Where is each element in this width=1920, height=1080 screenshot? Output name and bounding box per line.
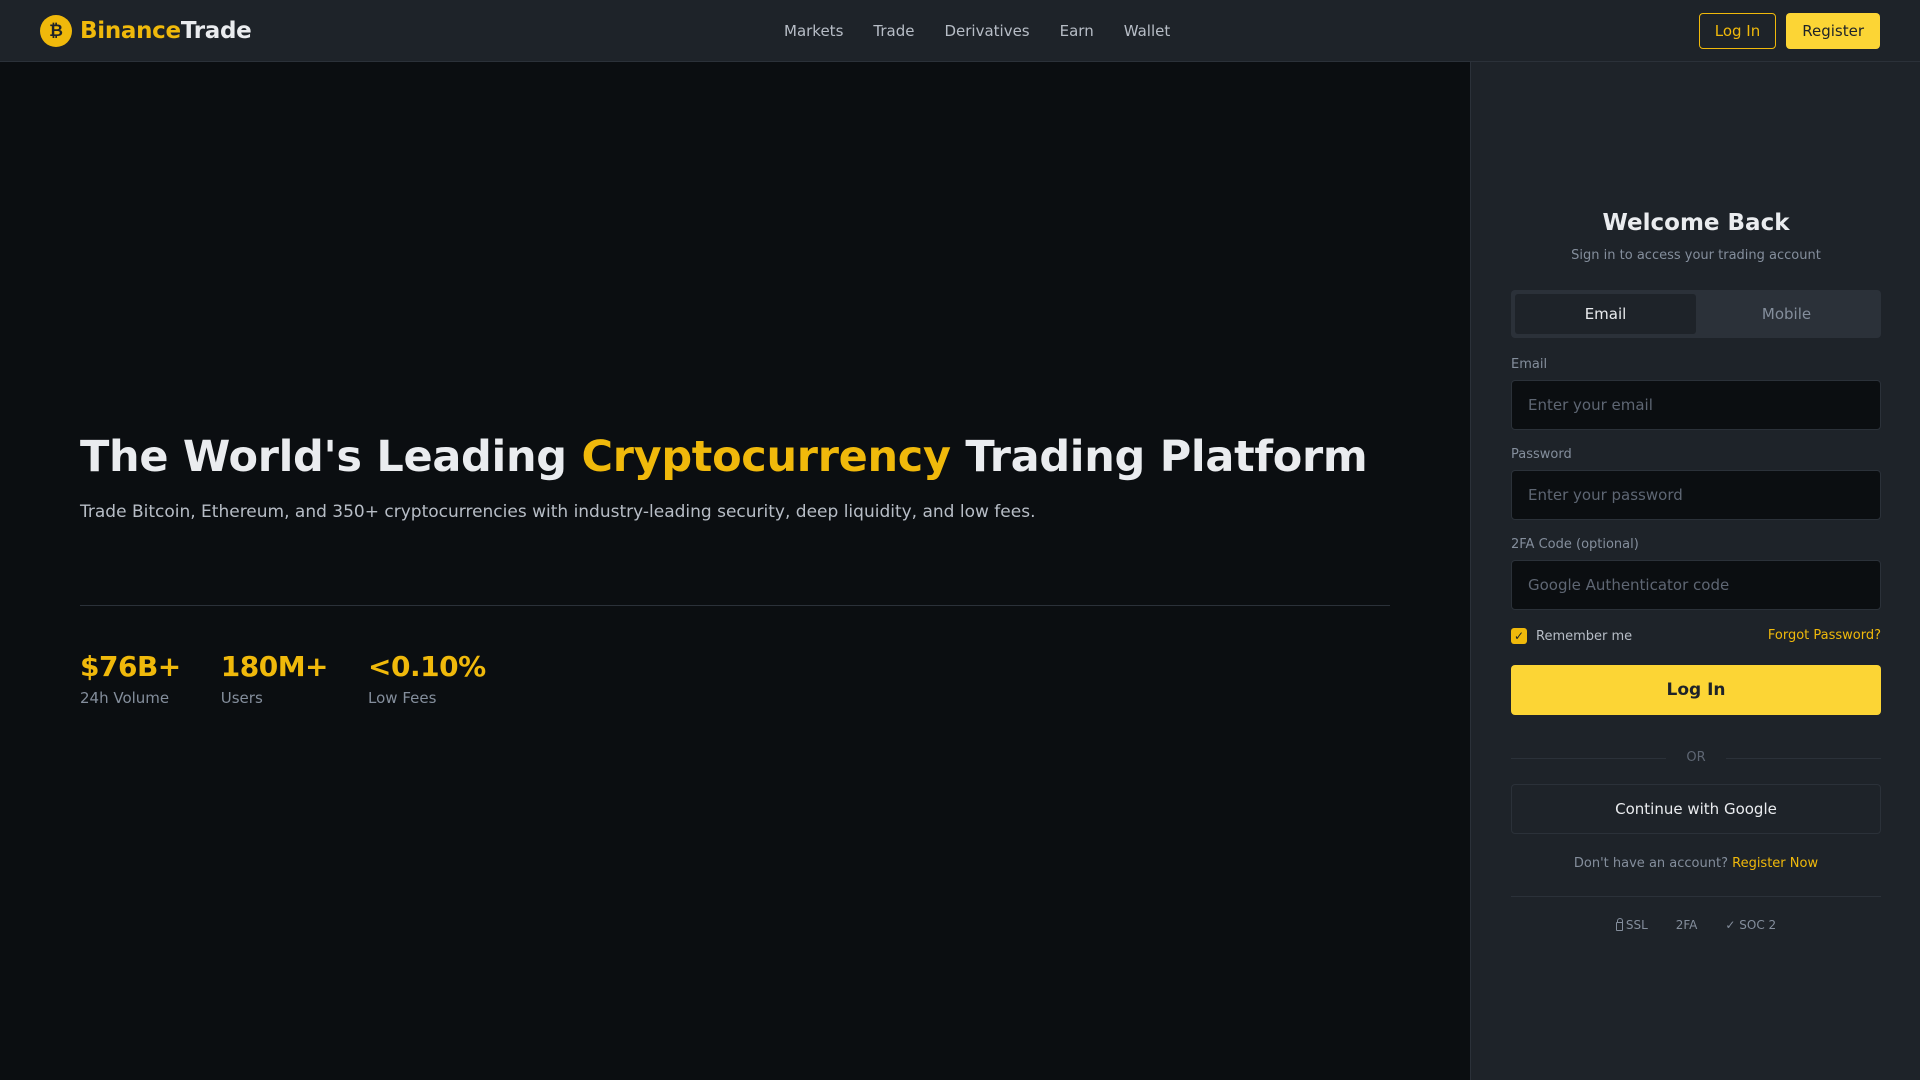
email-field[interactable] [1511,380,1881,430]
nav-trade[interactable]: Trade [873,22,914,40]
badge-2fa-label: 2FA [1675,918,1698,932]
brand-name-part1: Binance [80,18,181,44]
login-submit-button[interactable]: Log In [1511,665,1881,715]
login-title: Welcome Back [1602,210,1790,236]
nav-earn[interactable]: Earn [1060,22,1094,40]
twofa-field[interactable] [1511,560,1881,610]
stat-volume: $76B+ 24h Volume [80,650,181,707]
security-badges: SSL 2FA ✓ SOC 2 [1511,917,1881,932]
stat-users: 180M+ Users [220,650,329,707]
hero-title-start: The World's Leading [80,432,582,482]
badge-ssl-label: SSL [1625,918,1648,932]
stats-row: $76B+ 24h Volume 180M+ Users <0.10% Low … [80,650,486,707]
password-label: Password [1511,447,1572,462]
nav-derivatives[interactable]: Derivatives [944,22,1029,40]
stat-label: 24h Volume [80,689,170,707]
login-panel: Welcome Back Sign in to access your trad… [1470,62,1920,1080]
nav-markets[interactable]: Markets [784,22,843,40]
stat-fees: <0.10% Low Fees [368,650,486,707]
or-separator: OR [1511,750,1881,766]
remember-checkbox[interactable]: ✓ [1511,628,1527,644]
tab-email[interactable]: Email [1515,294,1696,334]
register-now-link[interactable]: Register Now [1732,856,1818,871]
nav-wallet[interactable]: Wallet [1124,22,1171,40]
main-nav: Markets Trade Derivatives Earn Wallet [784,0,1170,62]
panel-divider [1511,896,1881,897]
login-method-tabs: Email Mobile [1511,290,1881,338]
bitcoin-logo-icon: ₿ [40,15,72,47]
brand-name-part2: Trade [180,18,252,44]
hero-title: The World's Leading Cryptocurrency Tradi… [80,432,1368,482]
stat-value: <0.10% [368,650,486,683]
forgot-password-link[interactable]: Forgot Password? [1768,628,1881,643]
badge-soc2-label: ✓ SOC 2 [1725,918,1777,932]
stat-value: 180M+ [220,650,329,683]
top-navbar: ₿ BinanceTrade Markets Trade Derivatives… [0,0,1920,62]
stat-label: Users [220,689,263,707]
google-signin-label: Continue with Google [1615,800,1777,818]
badge-ssl: SSL [1615,917,1648,932]
hero-divider [80,605,1390,606]
remember-me[interactable]: ✓ Remember me [1511,628,1632,644]
login-subtitle: Sign in to access your trading account [1571,248,1821,263]
hero-section: The World's Leading Cryptocurrency Tradi… [0,62,1470,1080]
password-field[interactable] [1511,470,1881,520]
signup-prompt: Don't have an account? Register Now [1511,856,1881,871]
twofa-label: 2FA Code (optional) [1511,537,1639,552]
badge-2fa: 2FA [1676,918,1698,932]
header-actions: Log In Register [1698,13,1880,49]
stat-value: $76B+ [80,650,181,683]
hero-subtitle: Trade Bitcoin, Ethereum, and 350+ crypto… [80,502,1036,522]
brand-logo[interactable]: ₿ BinanceTrade [40,15,252,47]
header-login-button[interactable]: Log In [1698,13,1777,49]
hero-title-accent: Cryptocurrency [581,432,951,482]
google-signin-button[interactable]: Continue with Google [1511,784,1881,834]
header-register-button[interactable]: Register [1786,13,1880,49]
remember-label: Remember me [1536,628,1633,644]
hero-title-end: Trading Platform [950,432,1368,482]
email-label: Email [1511,357,1548,372]
stat-label: Low Fees [368,689,437,707]
brand-name: BinanceTrade [80,18,252,44]
signup-prompt-text: Don't have an account? [1573,856,1728,871]
or-line-right [1726,758,1881,759]
tab-mobile[interactable]: Mobile [1696,294,1877,334]
lock-icon [1615,917,1623,931]
badge-soc2: ✓ SOC 2 [1725,918,1776,932]
